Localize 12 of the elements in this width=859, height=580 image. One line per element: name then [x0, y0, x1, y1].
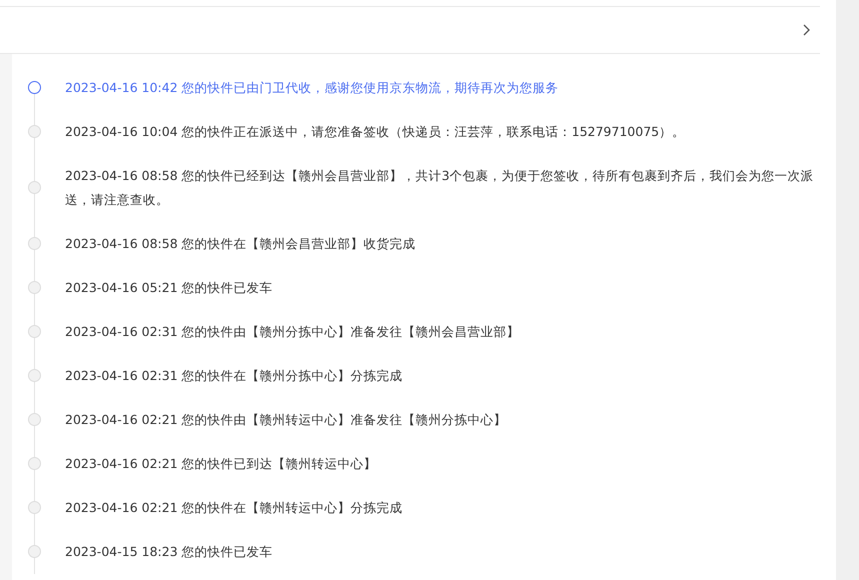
tracking-entry: 2023-04-16 08:58 您的快件已经到达【赣州会昌营业部】，共计3个包裹，为便于您签收，待所有包裹到齐后，我们会为您一次派送，请注意查收。: [65, 167, 815, 209]
chevron-right-icon[interactable]: [803, 24, 810, 36]
tracking-entry: 2023-04-16 02:31 您的快件在【赣州分拣中心】分拣完成: [65, 367, 404, 385]
tracking-entry: 2023-04-16 02:21 您的快件已到达【赣州转运中心】: [65, 455, 378, 473]
tracking-entry: 2023-04-16 02:21 您的快件在【赣州转运中心】分拣完成: [65, 499, 404, 517]
tracking-entry: 2023-04-16 05:21 您的快件已发车: [65, 279, 274, 297]
tracking-entry: 2023-04-16 02:31 您的快件由【赣州分拣中心】准备发往【赣州会昌营业部】: [65, 323, 521, 341]
tracking-entry: 2023-04-15 18:23 您的快件已发车: [65, 543, 274, 561]
tracking-entry: 2023-04-16 02:21 您的快件由【赣州转运中心】准备发往【赣州分拣中心】: [65, 411, 508, 429]
tracking-entry: 2023-04-16 10:42 您的快件已由门卫代收，感谢您使用京东物流，期待再次为您服务: [65, 79, 560, 97]
tracking-entry: 2023-04-16 08:58 您的快件在【赣州会昌营业部】收货完成: [65, 235, 417, 253]
tracking-entry: 2023-04-16 10:04 您的快件正在派送中，请您准备签收（快递员：汪芸萍，联系电话：15279710075）。: [65, 123, 686, 141]
